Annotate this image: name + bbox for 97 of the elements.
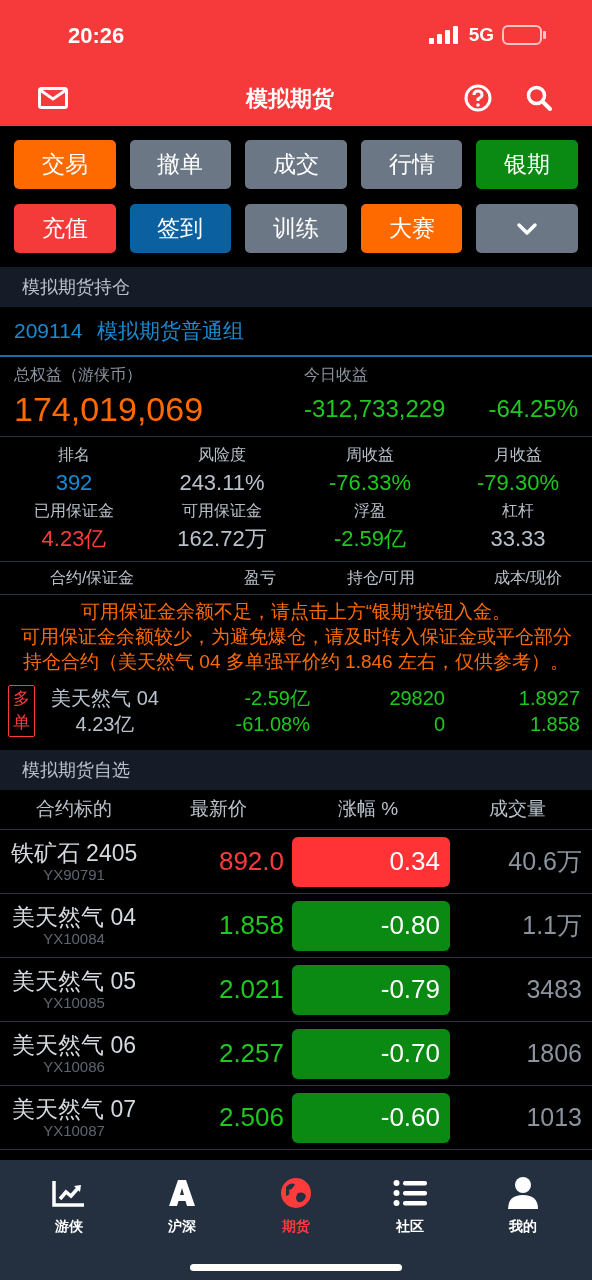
action-button[interactable]: 行情 (360, 140, 463, 189)
action-button[interactable]: 签到 (129, 204, 232, 253)
status-time: 20:26 (68, 21, 125, 50)
current-price: 1.858 (528, 712, 580, 737)
list-icon (392, 1179, 427, 1207)
change-badge: -0.60 (292, 1092, 450, 1143)
mail-icon[interactable] (38, 87, 68, 109)
account-id: 209114 (14, 318, 83, 345)
stat-value: 243.11% (179, 469, 265, 497)
warning-message: 可用保证金余额较少，为避免爆仓，请及时转入保证金或平仓部分持仓合约（美天然气 04 多单强平价约 1.846 左右，仅供参考）。 (19, 625, 573, 674)
action-button[interactable]: 交易 (14, 140, 116, 189)
tab-item[interactable]: 期货 (256, 1176, 336, 1237)
letter-a-icon (167, 1178, 198, 1208)
equity-label: 总权益（游侠币） (14, 365, 143, 385)
person-icon (508, 1177, 539, 1209)
stat-value: 392 (55, 469, 93, 497)
section-title: 模拟期货自选 (22, 758, 130, 782)
contract-name: 美天然气 05 (12, 967, 136, 994)
column-header: 最新价 (188, 797, 248, 822)
volume-value: 1806 (525, 1037, 583, 1069)
tab-item[interactable]: 我的 (483, 1176, 564, 1237)
volume-value: 1013 (525, 1101, 583, 1133)
help-icon[interactable] (464, 84, 492, 112)
change-badge: 0.34 (292, 836, 450, 887)
globe-icon (280, 1177, 312, 1209)
warning-message: 可用保证金余额不足，请点击上方“银期”按钮入金。 (80, 600, 512, 624)
action-button[interactable]: 撤单 (129, 140, 232, 189)
stat-label: 风险度 (198, 445, 246, 465)
change-badge: -0.79 (292, 964, 450, 1015)
latest-price: 2.257 (217, 1037, 285, 1070)
stat-value: -2.59亿 (333, 525, 407, 553)
volume-value: 3483 (525, 973, 583, 1005)
position-quantity: 29820 (388, 686, 445, 711)
contract-name: 美天然气 07 (12, 1095, 136, 1122)
action-button[interactable]: 银期 (476, 140, 578, 189)
change-badge: -0.80 (292, 900, 450, 951)
pnl-value: -2.59亿 (243, 686, 310, 711)
volume-value: 40.6万 (507, 845, 583, 877)
latest-price: 2.506 (217, 1101, 285, 1134)
volume-value: 1.1万 (521, 909, 583, 941)
action-button[interactable]: 训练 (245, 204, 347, 253)
tab-item[interactable]: 游侠 (28, 1176, 109, 1237)
account-group: 模拟期货普通组 (96, 315, 244, 347)
today-percent: -64.25% (488, 394, 578, 424)
battery-icon (502, 25, 546, 45)
column-header: 成本/现价 (492, 568, 562, 588)
section-title: 模拟期货持仓 (22, 275, 130, 299)
change-badge: -0.70 (292, 1028, 450, 1079)
stat-value: 33.33 (490, 525, 546, 553)
chart-icon (51, 1179, 86, 1207)
equity-value: 174,019,069 (14, 389, 205, 430)
contract-code: YX10086 (43, 1057, 105, 1076)
contract-name: 美天然气 06 (12, 1031, 136, 1058)
today-label: 今日收益 (304, 365, 369, 385)
pnl-percent: -61.08% (234, 712, 310, 737)
column-header: 持仓/可用 (345, 568, 417, 588)
column-header: 合约/保证金 (50, 568, 136, 588)
available-quantity: 0 (432, 712, 445, 737)
stat-label: 可用保证金 (182, 501, 262, 521)
latest-price: 1.858 (217, 909, 285, 942)
action-button[interactable]: 充值 (14, 204, 116, 253)
stat-value: -79.30% (477, 469, 559, 497)
contract-code: YX10084 (43, 929, 105, 948)
latest-price: 892.0 (217, 845, 285, 878)
cost-price: 1.8927 (517, 686, 580, 711)
stat-label: 杠杆 (502, 501, 534, 521)
contract-code: YX90791 (43, 865, 105, 884)
contract-name: 铁矿石 2405 (10, 839, 138, 866)
header-title: 模拟期货 (246, 84, 334, 113)
stat-value: -76.33% (329, 469, 411, 497)
action-button[interactable]: 大赛 (360, 204, 463, 253)
stat-value: 4.23亿 (41, 525, 107, 553)
contract-code: YX10087 (43, 1121, 105, 1140)
signal-icon (428, 26, 461, 44)
stat-label: 月收益 (494, 445, 542, 465)
column-header: 合约标的 (35, 797, 113, 822)
column-header: 盈亏 (243, 568, 278, 588)
margin-value: 4.23亿 (74, 712, 136, 737)
stat-label: 排名 (58, 445, 90, 465)
network-label: 5G (468, 22, 494, 47)
column-header: 涨幅 % (336, 797, 400, 822)
action-button[interactable]: 成交 (245, 140, 347, 189)
search-icon[interactable] (526, 85, 552, 111)
contract-code: YX10085 (43, 993, 105, 1012)
tab-item[interactable]: 沪深 (142, 1176, 223, 1237)
contract-name: 美天然气 04 (12, 903, 136, 930)
tab-item[interactable]: 社区 (369, 1176, 450, 1237)
side-badge: 多单 (8, 685, 35, 737)
today-profit: -312,733,229 (304, 394, 446, 424)
chevron-down-icon (516, 221, 539, 236)
stat-value: 162.72万 (177, 525, 267, 553)
contract-name: 美天然气 04 (50, 686, 160, 711)
stat-label: 浮盈 (354, 501, 386, 521)
column-header: 成交量 (488, 797, 546, 822)
latest-price: 2.021 (217, 973, 285, 1006)
stat-label: 已用保证金 (34, 501, 114, 521)
stat-label: 周收益 (346, 445, 394, 465)
